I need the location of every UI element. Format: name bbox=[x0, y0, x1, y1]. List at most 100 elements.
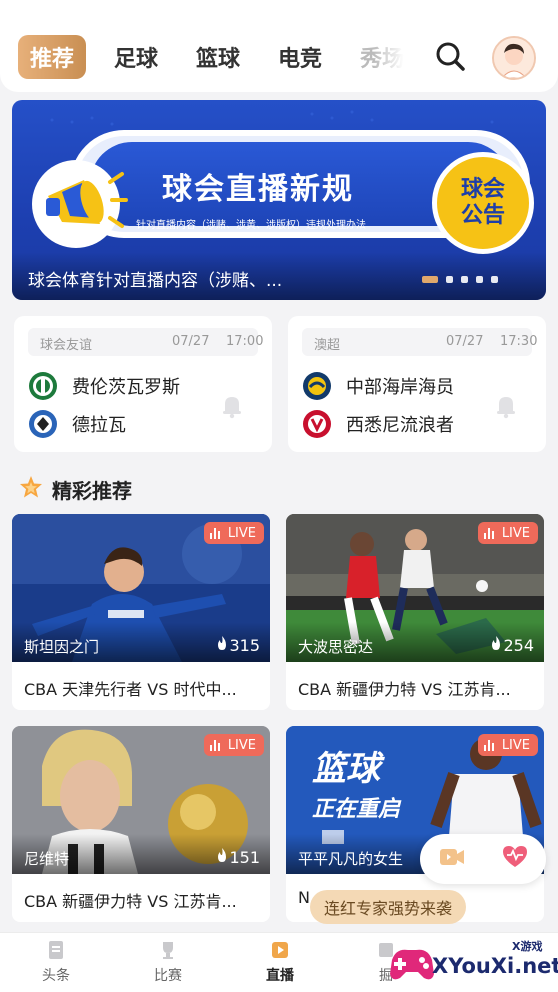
badge-line-1: 球会 bbox=[460, 177, 505, 202]
live-badge: LIVE bbox=[477, 522, 538, 544]
svg-text:篮球: 篮球 bbox=[312, 749, 385, 789]
tab-football[interactable]: 足球 bbox=[114, 41, 158, 73]
live-label: LIVE bbox=[227, 525, 256, 541]
heat-value: 315 bbox=[229, 635, 260, 655]
star-icon bbox=[18, 474, 44, 504]
carousel-dot[interactable] bbox=[461, 276, 468, 283]
live-bars-icon bbox=[209, 739, 222, 751]
match-time: 17:00 bbox=[226, 334, 264, 349]
play-icon bbox=[269, 939, 291, 961]
stream-title: CBA 新疆伊力特 VS 江苏肯... bbox=[24, 892, 237, 911]
team-crest-icon bbox=[28, 409, 58, 439]
gamepad-logo-icon bbox=[390, 949, 434, 980]
match-header: 球会友谊 07/27 17:00 bbox=[28, 328, 263, 356]
nav-item-live[interactable]: 直播 bbox=[250, 939, 310, 985]
live-badge: LIVE bbox=[203, 734, 264, 756]
promo-banner[interactable]: 连红专家强势来袭 bbox=[310, 890, 467, 924]
anchor-name: 大波思密达 bbox=[298, 638, 374, 656]
live-stream-card[interactable]: LIVE 尼维特 151 CBA 新疆伊力特 VS 江苏肯... bbox=[12, 726, 270, 922]
flame-icon bbox=[489, 635, 503, 655]
away-team: 德拉瓦 bbox=[28, 408, 126, 440]
live-stream-card[interactable]: LIVE 斯坦因之门 315 CBA 天津先行者 VS 时代中... bbox=[12, 514, 270, 710]
section-title: 精彩推荐 bbox=[52, 478, 132, 503]
live-label: LIVE bbox=[501, 737, 530, 753]
search-icon[interactable] bbox=[432, 38, 468, 74]
anchor-name: 平平凡凡的女生 bbox=[298, 850, 404, 868]
match-card[interactable]: 球会友谊 07/27 17:00 费伦茨瓦罗斯 德拉瓦 bbox=[14, 316, 272, 452]
flame-icon bbox=[215, 635, 229, 655]
floating-action-group bbox=[420, 834, 546, 884]
category-tabs: 推荐 足球 篮球 电竞 秀场 bbox=[18, 34, 442, 80]
document-icon bbox=[45, 939, 67, 961]
user-avatar[interactable] bbox=[492, 36, 536, 80]
team-name: 中部海岸海员 bbox=[346, 377, 454, 398]
svg-text:正在重启: 正在重启 bbox=[312, 797, 402, 822]
flame-icon bbox=[215, 847, 229, 867]
popularity-count: 254 bbox=[489, 635, 534, 655]
team-name: 费伦茨瓦罗斯 bbox=[72, 377, 180, 398]
watermark-small-text: X游戏 bbox=[512, 940, 543, 953]
live-bars-icon bbox=[483, 739, 496, 751]
heat-value: 151 bbox=[229, 847, 260, 867]
banner-subtitle: 针对直播内容（涉赌、涉黄、涉版权）违规处理办法 bbox=[136, 220, 366, 231]
nav-item-headlines[interactable]: 头条 bbox=[26, 939, 86, 985]
live-badge: LIVE bbox=[203, 522, 264, 544]
live-bars-icon bbox=[483, 527, 496, 539]
nav-label: 直播 bbox=[266, 968, 294, 984]
home-team: 费伦茨瓦罗斯 bbox=[28, 370, 180, 402]
nav-item-matches[interactable]: 比赛 bbox=[138, 939, 198, 985]
league-name: 球会友谊 bbox=[40, 338, 93, 353]
badge-line-2: 公告 bbox=[460, 203, 505, 228]
match-date: 07/27 bbox=[446, 334, 484, 349]
match-date: 07/27 bbox=[172, 334, 210, 349]
carousel-dot[interactable] bbox=[491, 276, 498, 283]
megaphone-icon bbox=[26, 152, 136, 256]
live-label: LIVE bbox=[501, 525, 530, 541]
team-name: 德拉瓦 bbox=[72, 415, 126, 436]
stream-title: CBA 新疆伊力特 VS 江苏肯... bbox=[298, 680, 511, 699]
match-card[interactable]: 澳超 07/27 17:30 中部海岸海员 西悉尼流浪者 bbox=[288, 316, 546, 452]
stream-title: N bbox=[298, 888, 310, 907]
top-navigation-bar: 推荐 足球 篮球 电竞 秀场 bbox=[0, 0, 558, 92]
trophy-icon bbox=[157, 939, 179, 961]
site-watermark: X游戏 XYouXi.net bbox=[386, 934, 558, 992]
carousel-dot[interactable] bbox=[476, 276, 483, 283]
team-crest-icon bbox=[302, 371, 332, 401]
league-name: 澳超 bbox=[314, 338, 341, 353]
banner-title: 球会直播新规 bbox=[162, 172, 354, 207]
banner-caption: 球会体育针对直播内容（涉赌、... bbox=[28, 271, 283, 291]
bell-icon[interactable] bbox=[492, 392, 520, 420]
home-team: 中部海岸海员 bbox=[302, 370, 454, 402]
nav-label: 头条 bbox=[42, 968, 70, 984]
watermark-text: XYouXi.net bbox=[432, 954, 558, 978]
team-crest-icon bbox=[302, 409, 332, 439]
match-header: 澳超 07/27 17:30 bbox=[302, 328, 537, 356]
banner-notice-badge: 球会 公告 bbox=[432, 152, 534, 254]
stream-title: CBA 天津先行者 VS 时代中... bbox=[24, 680, 237, 699]
carousel-indicators bbox=[414, 276, 498, 283]
tab-esports[interactable]: 电竞 bbox=[278, 41, 322, 73]
away-team: 西悉尼流浪者 bbox=[302, 408, 454, 440]
popularity-count: 315 bbox=[215, 635, 260, 655]
anchor-name: 斯坦因之门 bbox=[24, 638, 100, 656]
live-stream-card[interactable]: LIVE 大波思密达 254 CBA 新疆伊力特 VS 江苏肯... bbox=[286, 514, 544, 710]
heart-pulse-icon[interactable] bbox=[502, 845, 528, 873]
popularity-count: 151 bbox=[215, 847, 260, 867]
tab-recommend[interactable]: 推荐 bbox=[18, 35, 87, 79]
team-name: 西悉尼流浪者 bbox=[346, 415, 454, 436]
heat-value: 254 bbox=[503, 635, 534, 655]
video-camera-icon[interactable] bbox=[439, 846, 465, 872]
match-time: 17:30 bbox=[500, 334, 538, 349]
carousel-dot[interactable] bbox=[446, 276, 453, 283]
section-header: 精彩推荐 bbox=[18, 474, 132, 504]
live-bars-icon bbox=[209, 527, 222, 539]
nav-label: 比赛 bbox=[154, 968, 182, 984]
live-label: LIVE bbox=[227, 737, 256, 753]
tab-basketball[interactable]: 篮球 bbox=[196, 41, 240, 73]
carousel-dot-active[interactable] bbox=[422, 276, 438, 283]
bell-icon[interactable] bbox=[218, 392, 246, 420]
live-badge: LIVE bbox=[477, 734, 538, 756]
announcement-banner[interactable]: 球会直播新规 针对直播内容（涉赌、涉黄、涉版权）违规处理办法 球会 公告 球会体… bbox=[12, 100, 546, 300]
tab-show[interactable]: 秀场 bbox=[360, 41, 404, 73]
team-crest-icon bbox=[28, 371, 58, 401]
